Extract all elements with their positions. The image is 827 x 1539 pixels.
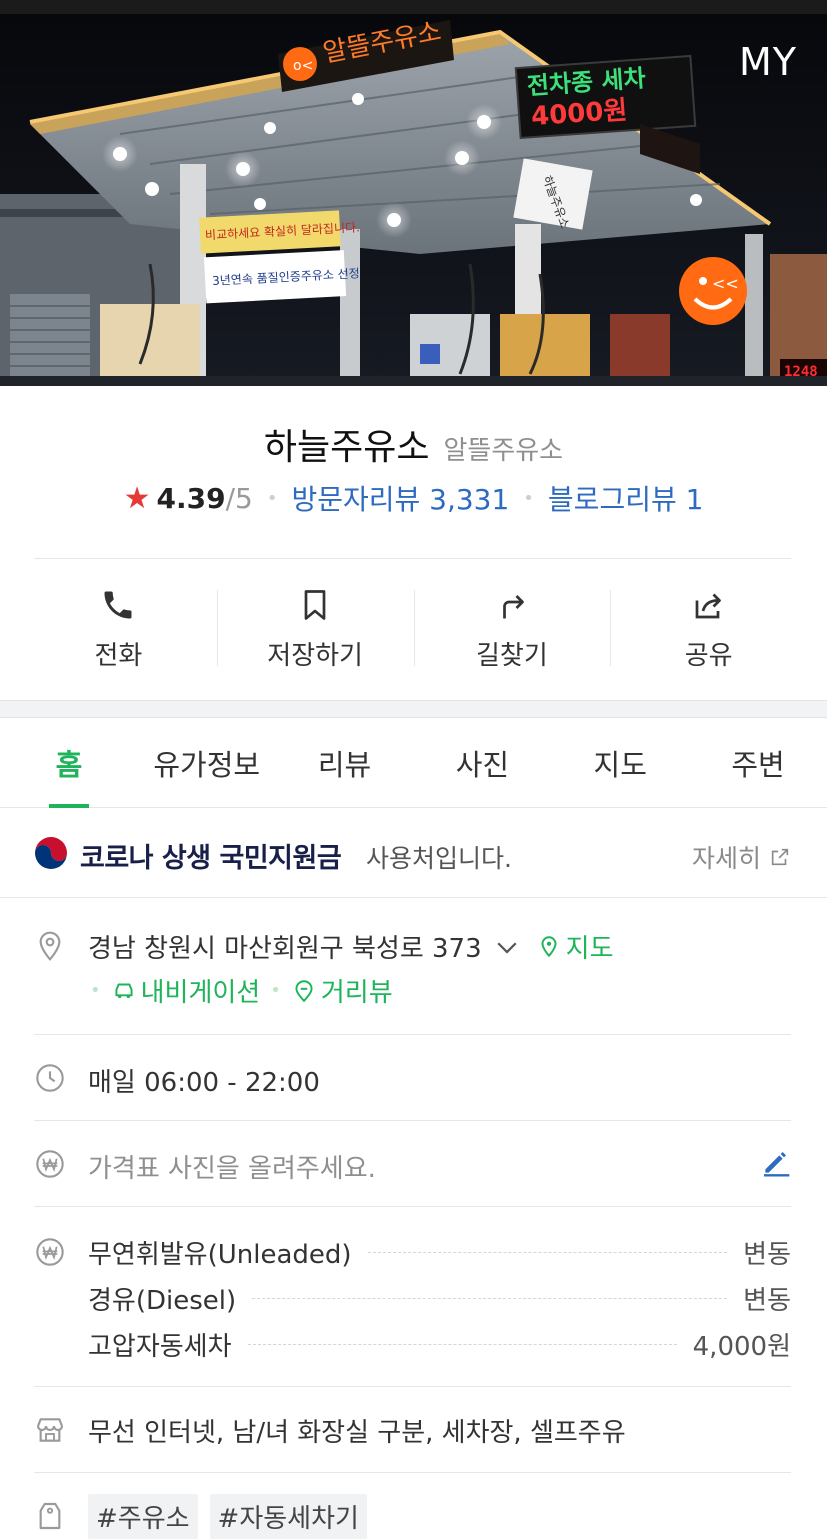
streetview-label: 거리뷰	[320, 978, 393, 1008]
price-item-value: 4,000원	[692, 1332, 791, 1362]
rating-row: ★ 4.39 /5 • 방문자리뷰 3,331 • 블로그리뷰 1	[0, 478, 827, 518]
map-link-label: 지도	[565, 934, 614, 964]
won-icon	[36, 1150, 64, 1178]
address-row: 경남 창원시 마산회원구 북성로 373 지도	[88, 928, 614, 965]
edit-pencil-icon[interactable]	[760, 1146, 792, 1178]
tag-item[interactable]: #주유소	[88, 1494, 198, 1539]
bookmark-icon	[304, 589, 326, 620]
my-button[interactable]: MY	[739, 40, 797, 84]
price-item-name: 고압자동세차	[88, 1332, 232, 1362]
tab-review[interactable]: 리뷰	[276, 718, 414, 807]
map-pin-icon	[541, 935, 557, 957]
divider	[34, 558, 791, 559]
external-link-icon	[771, 848, 789, 866]
status-bar-strip	[0, 0, 827, 14]
gas-station-illustration: o< 알뜰주유소 전차종 세차 4000원 비교하세요 확실히 달라집니다. 3…	[0, 14, 827, 386]
hero-photo[interactable]: o< 알뜰주유소 전차종 세차 4000원 비교하세요 확실히 달라집니다. 3…	[0, 0, 827, 386]
tab-fuel-price[interactable]: 유가정보	[138, 718, 276, 807]
tab-nearby[interactable]: 주변	[689, 718, 827, 807]
price-leader	[367, 1252, 728, 1253]
star-icon: ★	[123, 480, 151, 516]
share-label: 공유	[684, 640, 733, 671]
separator-dot: •	[90, 980, 101, 1001]
phone-icon	[104, 591, 132, 618]
place-category: 알뜰주유소	[443, 436, 564, 466]
rating-value: 4.39	[156, 481, 226, 515]
price-item-value: 변동	[743, 1286, 791, 1316]
share-icon	[695, 593, 721, 618]
tag-icon	[39, 1502, 61, 1530]
map-link[interactable]: 지도	[536, 928, 614, 965]
separator-dot: •	[266, 487, 278, 509]
chevron-down-icon[interactable]	[492, 932, 522, 962]
clock-icon	[36, 1064, 64, 1092]
price-item: 무연휘발유(Unleaded) 변동	[88, 1234, 791, 1271]
won-icon	[36, 1238, 64, 1266]
price-photo-prompt: 가격표 사진을 올려주세요.	[88, 1154, 376, 1184]
title-row: 하늘주유소 알뜰주유소	[0, 418, 827, 470]
divider	[34, 1472, 791, 1473]
divider	[34, 1206, 791, 1207]
support-suffix: 사용처입니다.	[366, 844, 512, 873]
price-leader	[247, 1344, 677, 1345]
tab-bar: 홈 유가정보 리뷰 사진 지도 주변	[0, 718, 827, 808]
business-hours: 매일 06:00 - 22:00	[88, 1068, 320, 1098]
save-button[interactable]: 저장하기	[216, 560, 414, 698]
support-fund-banner: 코로나 상생 국민지원금 사용처입니다. 자세히	[0, 808, 827, 898]
address-links-row: • 내비게이션 • 거리뷰	[80, 972, 393, 1009]
streetview-icon	[295, 979, 313, 1002]
price-item-name: 무연휘발유(Unleaded)	[88, 1240, 352, 1270]
korea-emblem-icon	[35, 837, 67, 869]
save-label: 저장하기	[267, 640, 363, 671]
navigation-label: 내비게이션	[140, 978, 261, 1008]
divider	[34, 1120, 791, 1121]
address-text: 경남 창원시 마산회원구 북성로 373	[88, 934, 482, 964]
tab-photo[interactable]: 사진	[413, 718, 551, 807]
rating-max: /5	[225, 481, 253, 515]
price-item-name: 경유(Diesel)	[88, 1286, 237, 1316]
support-more-link[interactable]: 자세히	[692, 839, 791, 875]
divider	[34, 1034, 791, 1035]
directions-button[interactable]: 길찾기	[413, 560, 611, 698]
visitor-reviews-link[interactable]: 방문자리뷰 3,331	[291, 478, 509, 518]
place-name: 하늘주유소	[263, 427, 430, 468]
action-bar: 전화 저장하기 길찾기 공유	[20, 560, 807, 698]
svg-text:<<: <<	[712, 274, 739, 293]
separator-dot: •	[270, 980, 281, 1001]
amenities-text: 무선 인터넷, 남/녀 화장실 구분, 세차장, 셀프주유	[88, 1418, 626, 1448]
directions-icon	[503, 594, 524, 618]
tab-map[interactable]: 지도	[551, 718, 689, 807]
call-label: 전화	[94, 640, 143, 671]
place-header: 하늘주유소 알뜰주유소 ★ 4.39 /5 • 방문자리뷰 3,331 • 블로…	[0, 386, 827, 558]
directions-label: 길찾기	[475, 640, 548, 671]
support-more-label: 자세히	[691, 844, 761, 873]
tag-item[interactable]: #자동세차기	[209, 1494, 367, 1539]
price-item: 고압자동세차 4,000원	[88, 1326, 791, 1363]
location-pin-icon	[39, 931, 61, 961]
price-item: 경유(Diesel) 변동	[88, 1280, 791, 1317]
tag-list: #주유소 #자동세차기	[88, 1494, 379, 1539]
blog-reviews-link[interactable]: 블로그리뷰 1	[548, 478, 704, 518]
support-title: 코로나 상생 국민지원금	[80, 843, 342, 874]
divider	[34, 1386, 791, 1387]
store-icon	[36, 1418, 64, 1442]
tab-home[interactable]: 홈	[0, 718, 138, 807]
streetview-link[interactable]: 거리뷰	[291, 972, 393, 1009]
svg-text:o<: o<	[293, 58, 313, 74]
call-button[interactable]: 전화	[20, 560, 217, 698]
price-leader	[252, 1298, 728, 1299]
navigation-link[interactable]: 내비게이션	[111, 972, 261, 1009]
car-icon	[115, 983, 133, 998]
share-button[interactable]: 공유	[610, 560, 807, 698]
section-gap	[0, 700, 827, 718]
price-item-value: 변동	[743, 1240, 791, 1270]
separator-dot: •	[523, 487, 534, 509]
